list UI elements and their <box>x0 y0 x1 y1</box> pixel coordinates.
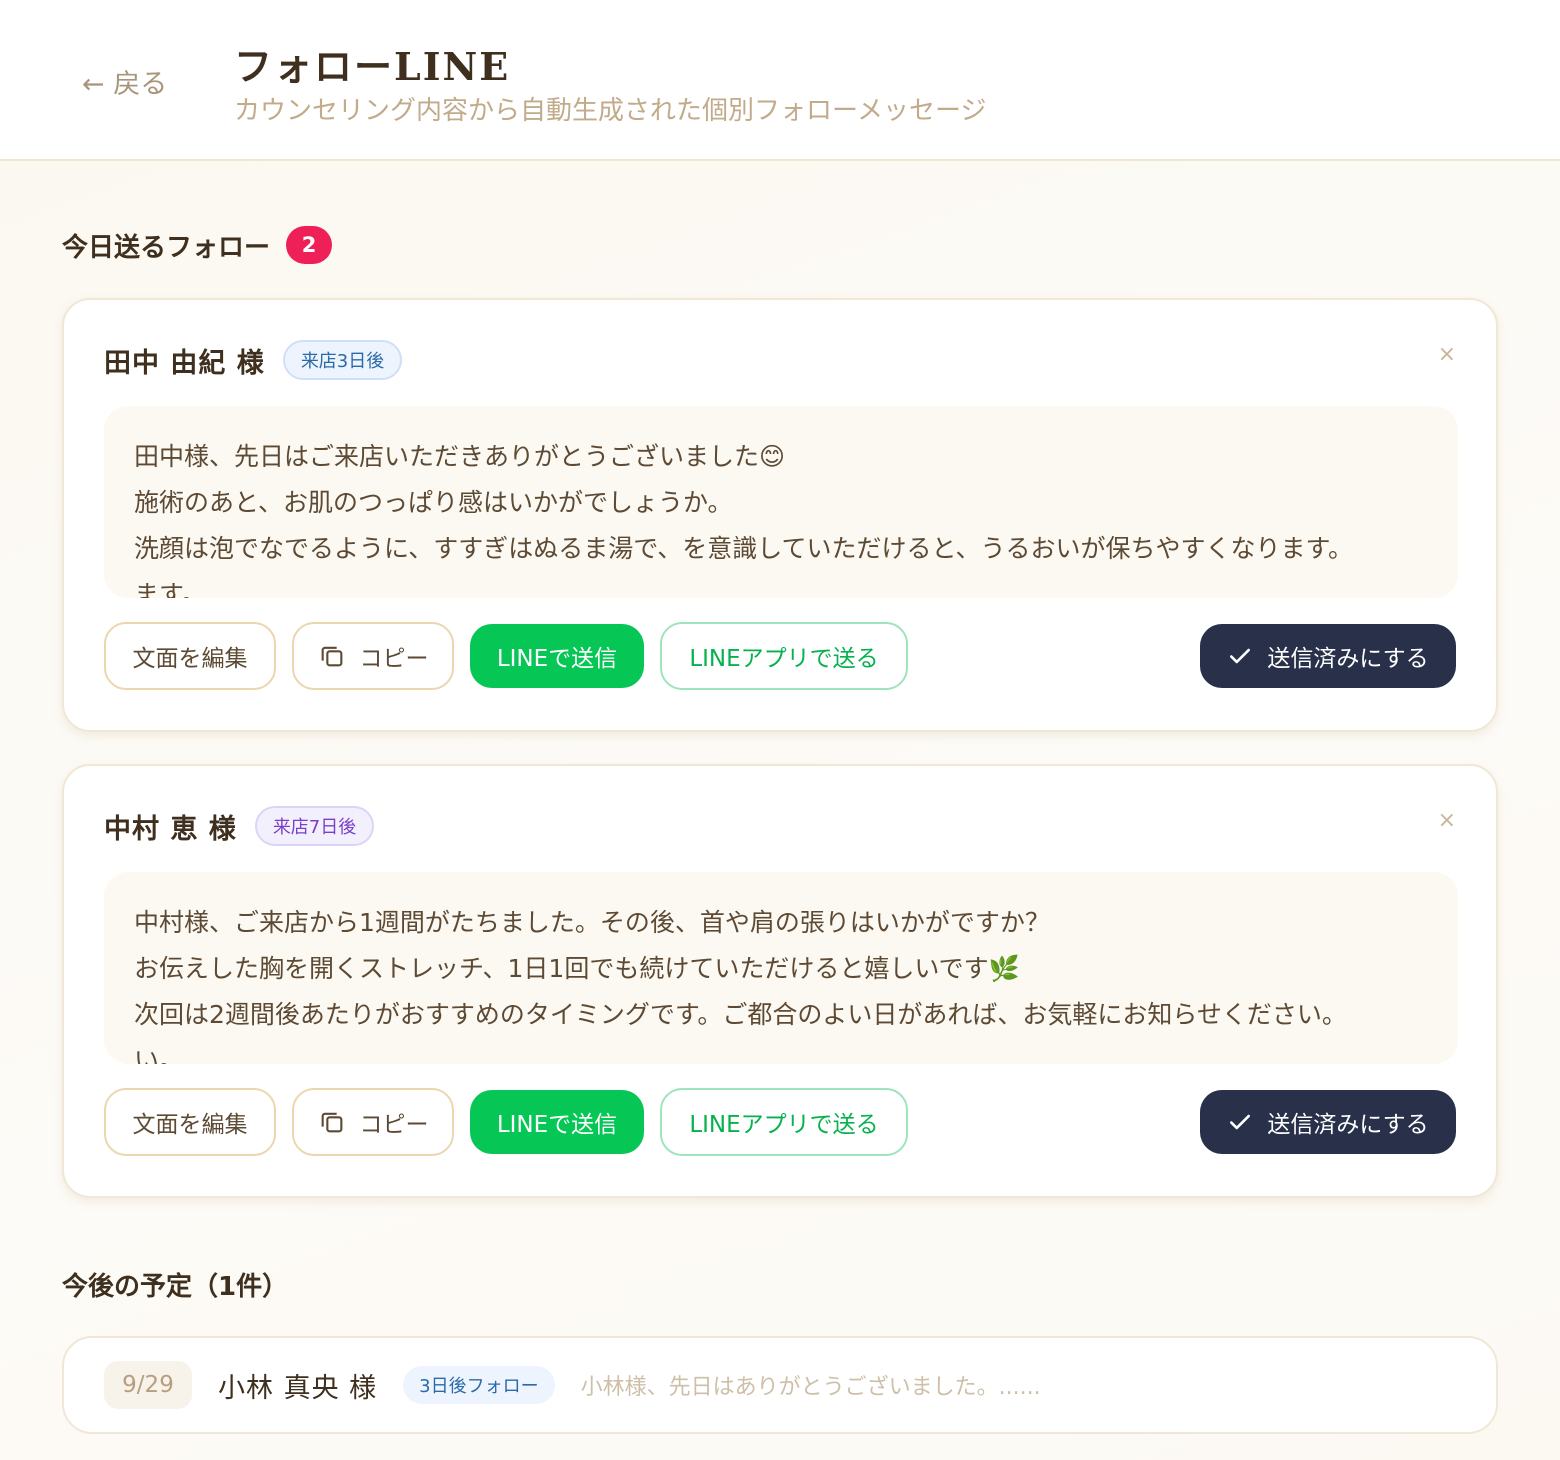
timing-tag: 来店3日後 <box>282 340 403 380</box>
message-line: 施術のあと、お肌のつっぱり感はいかがでしょうか。 <box>134 488 733 517</box>
timing-tag: 3日後フォロー <box>403 1366 555 1404</box>
message-line: 洗顔は泡でなでるように、すすぎはぬるま湯で、を意識していただけると、うるおいが保… <box>134 534 1354 563</box>
customer-name: 中村 恵 様 <box>104 813 237 845</box>
edit-message-button[interactable]: 文面を編集 <box>104 1088 276 1156</box>
message-line: い。 <box>134 1046 185 1064</box>
follow-card: 中村 恵 様 来店7日後 × 中村様、ご来店から1週間がたちました。その後、首や… <box>62 764 1498 1198</box>
message-snippet: 小林様、先日はありがとうございました。...... <box>580 1375 1041 1400</box>
copy-icon <box>321 1112 342 1133</box>
card-header: 中村 恵 様 来店7日後 <box>104 806 375 846</box>
date-chip: 9/29 <box>104 1361 192 1409</box>
mark-sent-button[interactable]: 送信済みにする <box>1200 1090 1456 1154</box>
send-line-button[interactable]: LINEで送信 <box>470 624 644 688</box>
today-section-label: 今日送るフォロー <box>62 232 271 263</box>
message-preview: 中村様、ご来店から1週間がたちました。その後、首や肩の張りはいかがですか？ お伝… <box>104 872 1458 1064</box>
copy-label: コピー <box>359 646 429 672</box>
close-icon[interactable]: × <box>1438 342 1456 367</box>
upcoming-section-label: 今後の予定（1件） <box>62 1272 289 1302</box>
copy-label: コピー <box>359 1112 429 1138</box>
message-line: 次回は2週間後あたりがおすすめのタイミングです。ご都合のよい日があれば、お気軽に… <box>134 1000 1347 1029</box>
send-line-app-button[interactable]: LINEアプリで送る <box>660 622 908 690</box>
message-line: 中村様、ご来店から1週間がたちました。その後、首や肩の張りはいかがですか？ <box>134 908 1050 937</box>
customer-name: 小林 真央 様 <box>218 1372 378 1404</box>
follow-card: 田中 由紀 様 来店3日後 × 田中様、先日はご来店いただきありがとうございまし… <box>62 298 1498 732</box>
card-header: 田中 由紀 様 来店3日後 <box>104 340 403 380</box>
check-icon <box>1230 1114 1251 1130</box>
mark-sent-label: 送信済みにする <box>1267 1112 1429 1138</box>
upcoming-section-title: 今後の予定（1件） <box>62 1266 288 1303</box>
message-line: 田中様、先日はご来店いただきありがとうございました😊 <box>134 442 786 471</box>
close-icon[interactable]: × <box>1438 808 1456 833</box>
copy-icon <box>321 646 342 667</box>
message-preview: 田中様、先日はご来店いただきありがとうございました😊 施術のあと、お肌のつっぱり… <box>104 406 1458 598</box>
mark-sent-label: 送信済みにする <box>1267 646 1429 672</box>
send-line-button[interactable]: LINEで送信 <box>470 1090 644 1154</box>
mark-sent-button[interactable]: 送信済みにする <box>1200 624 1456 688</box>
today-count-badge: 2 <box>286 226 333 264</box>
upcoming-item[interactable]: 9/29 小林 真央 様 3日後フォロー 小林様、先日はありがとうございました。… <box>62 1336 1498 1434</box>
copy-button[interactable]: コピー <box>292 622 454 690</box>
send-line-app-button[interactable]: LINEアプリで送る <box>660 1088 908 1156</box>
copy-button[interactable]: コピー <box>292 1088 454 1156</box>
message-line: ます。 <box>134 580 207 598</box>
customer-name: 田中 由紀 様 <box>104 347 265 379</box>
edit-message-button[interactable]: 文面を編集 <box>104 622 276 690</box>
back-link[interactable]: ← 戻る <box>82 62 167 101</box>
check-icon <box>1230 648 1251 664</box>
page-title: フォローLINE <box>234 44 511 89</box>
timing-tag: 来店7日後 <box>254 806 375 846</box>
page-header: ← 戻る フォローLINE カウンセリング内容から自動生成された個別フォローメッ… <box>0 0 1560 161</box>
today-section-title: 今日送るフォロー 2 <box>62 226 333 264</box>
page-subtitle: カウンセリング内容から自動生成された個別フォローメッセージ <box>234 96 987 126</box>
message-line: お伝えした胸を開くストレッチ、1日1回でも続けていただけると嬉しいです🌿 <box>134 954 1020 983</box>
